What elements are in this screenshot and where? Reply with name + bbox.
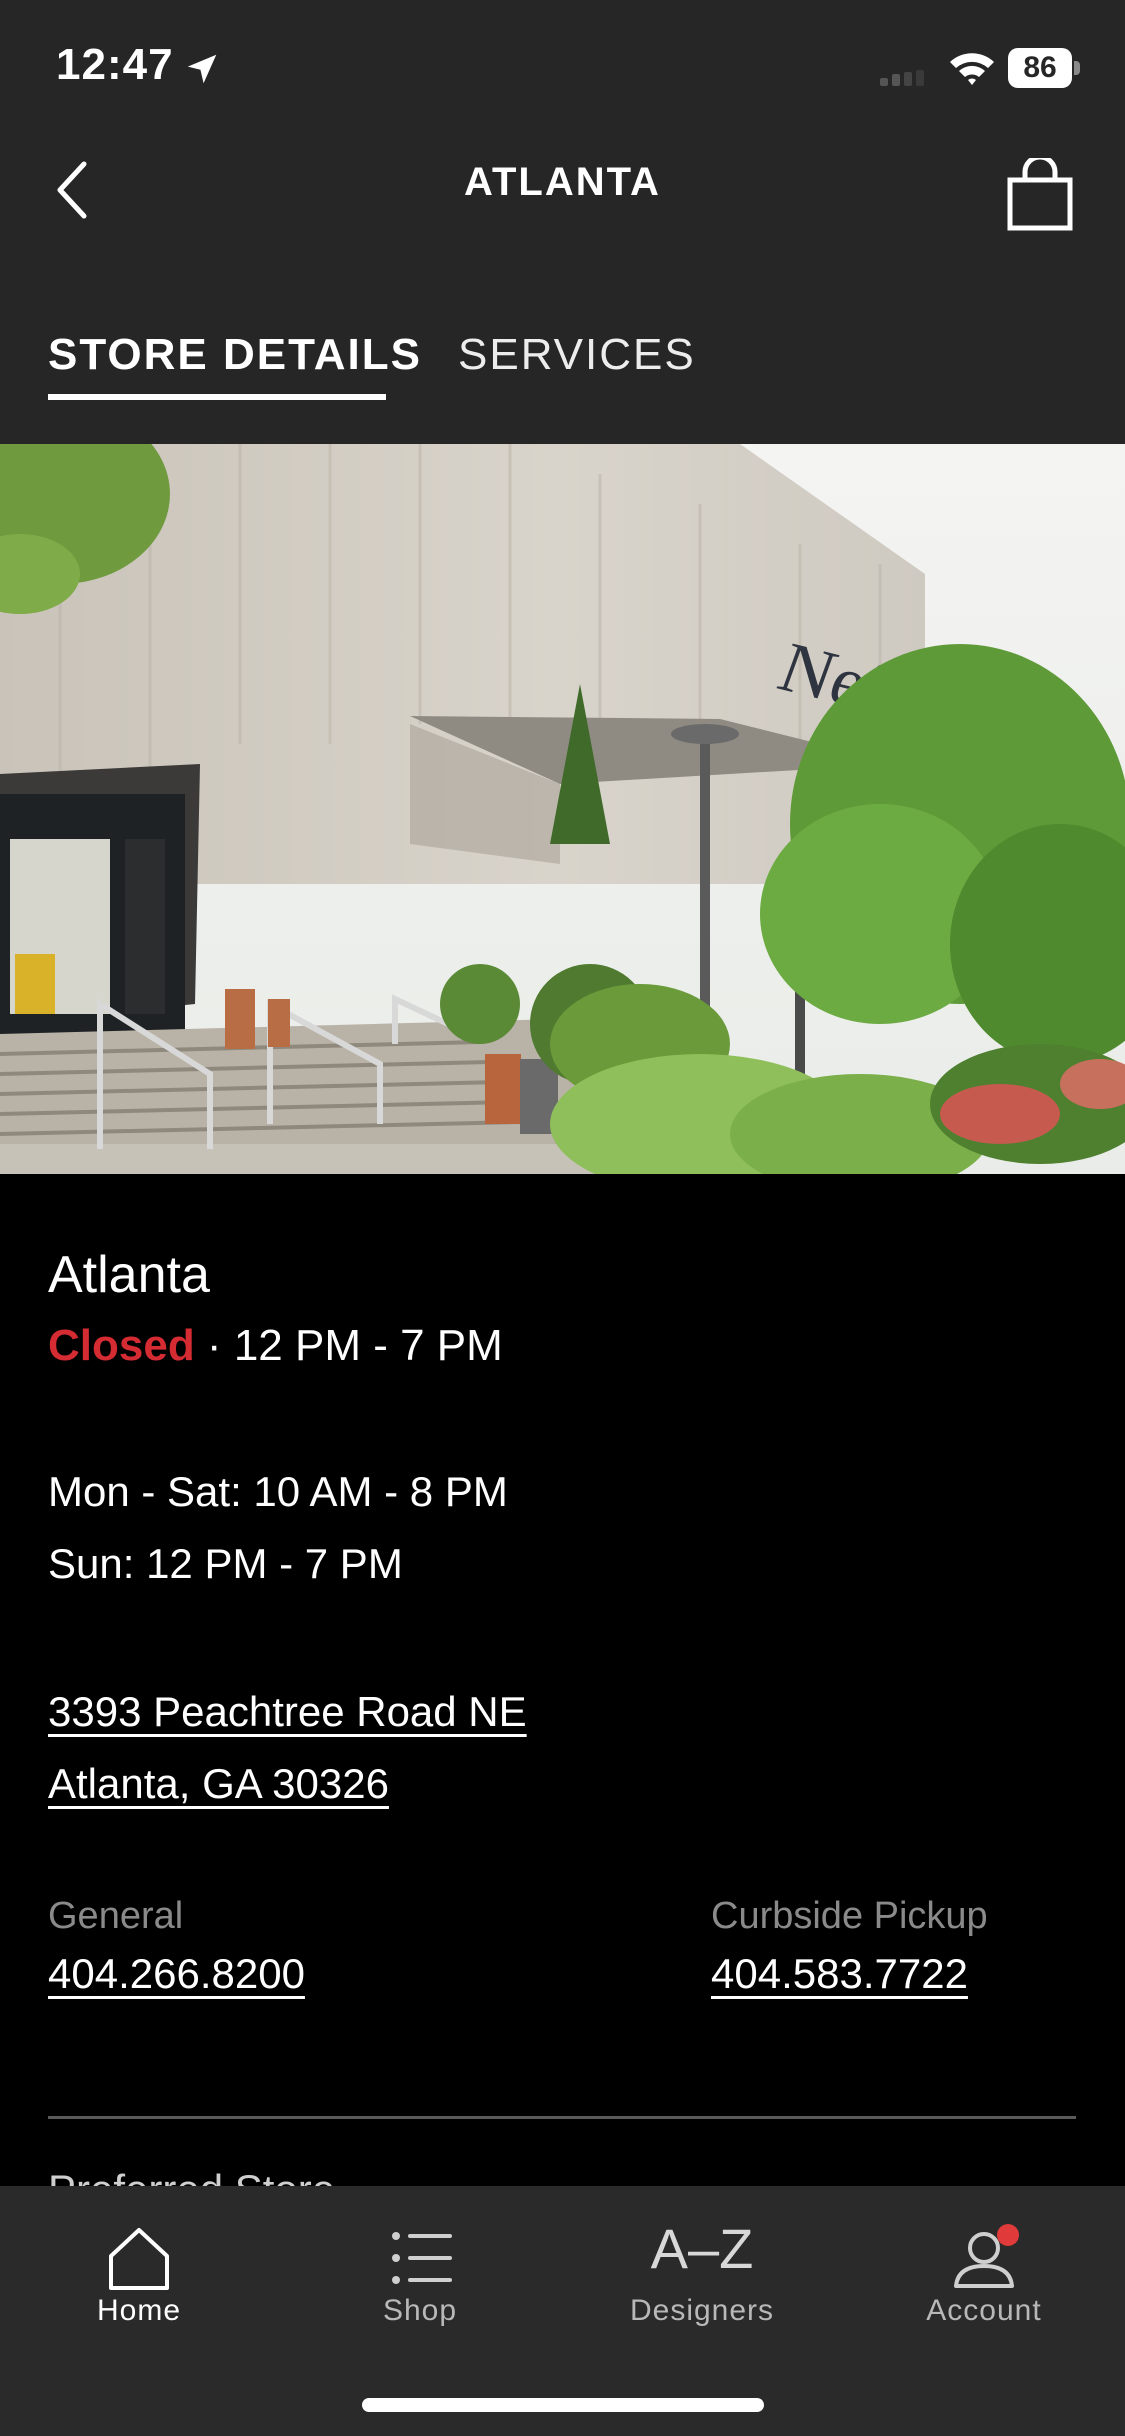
address-line-1[interactable]: 3393 Peachtree Road NE: [48, 1676, 527, 1748]
general-phone-label: General: [48, 1895, 184, 1937]
store-name: Atlanta: [48, 1246, 210, 1304]
tabbar-home-label: Home: [96, 2294, 182, 2327]
tab-store-details[interactable]: STORE DETAILS: [48, 330, 422, 400]
location-arrow-icon: [187, 54, 217, 84]
store-status: Closed · 12 PM - 7 PM: [48, 1316, 1078, 1376]
general-phone-link[interactable]: 404.266.8200: [48, 1942, 305, 2006]
tabbar-account[interactable]: Account: [884, 2186, 1084, 2346]
store-address-link[interactable]: 3393 Peachtree Road NE Atlanta, GA 30326: [48, 1676, 1078, 1820]
status-bar: 12:47 86: [0, 0, 1125, 140]
store-hours: Mon - Sat: 10 AM - 8 PM Sun: 12 PM - 7 P…: [48, 1456, 1078, 1600]
tabbar-shop-label: Shop: [382, 2294, 458, 2327]
curbside-phone-block: Curbside Pickup 404.583.7722: [711, 1890, 988, 2006]
tabbar-account-label: Account: [926, 2294, 1042, 2327]
tab-services-label: SERVICES: [458, 330, 696, 379]
store-details-screen: 12:47 86 ATLANTA STORE DETAILS SERVICES …: [0, 0, 1125, 2436]
today-hours: 12 PM - 7 PM: [233, 1321, 503, 1370]
battery-level: 86: [1023, 51, 1057, 84]
shopping-bag-icon: [1007, 154, 1073, 231]
tab-services[interactable]: SERVICES: [458, 330, 696, 380]
list-icon: [392, 2232, 452, 2284]
tabbar-home[interactable]: Home: [39, 2186, 239, 2346]
general-phone-block: General 404.266.8200: [48, 1890, 305, 2006]
status-time: 12:47: [56, 40, 174, 89]
a-z-icon: A–Z: [650, 2217, 754, 2280]
address-line-2[interactable]: Atlanta, GA 30326: [48, 1748, 389, 1820]
tabbar-designers[interactable]: A–Z Designers: [602, 2186, 802, 2346]
header: 12:47 86 ATLANTA STORE DETAILS SERVICES: [0, 0, 1125, 444]
store-details: Atlanta Closed · 12 PM - 7 PM Mon - Sat:…: [48, 1240, 1078, 2020]
home-indicator[interactable]: [362, 2398, 764, 2412]
home-icon: [109, 2228, 169, 2290]
store-photo: Neiman: [0, 444, 1125, 1174]
curbside-phone-label: Curbside Pickup: [711, 1895, 988, 1937]
phone-numbers: General 404.266.8200 Curbside Pickup 404…: [48, 1890, 1078, 2020]
tab-store-details-label: STORE DETAILS: [48, 330, 422, 379]
tabbar-shop[interactable]: Shop: [320, 2186, 520, 2346]
page-title: ATLANTA: [464, 160, 661, 204]
active-tab-underline: [48, 394, 386, 400]
shopping-bag-button[interactable]: [1005, 154, 1075, 232]
battery-indicator: 86: [1008, 48, 1080, 88]
wifi-icon: [950, 53, 994, 85]
status-separator: ·: [194, 1321, 234, 1370]
tab-bar-top: STORE DETAILS SERVICES: [0, 320, 1125, 400]
hours-sunday: Sun: 12 PM - 7 PM: [48, 1540, 403, 1587]
cellular-signal-icon: [880, 70, 924, 86]
notification-badge: [997, 2224, 1019, 2246]
curbside-phone-link[interactable]: 404.583.7722: [711, 1942, 988, 2006]
tabbar-designers-label: Designers: [629, 2294, 775, 2327]
hours-weekday: Mon - Sat: 10 AM - 8 PM: [48, 1468, 508, 1515]
section-divider: [48, 2116, 1076, 2119]
store-status-closed: Closed: [48, 1321, 195, 1370]
